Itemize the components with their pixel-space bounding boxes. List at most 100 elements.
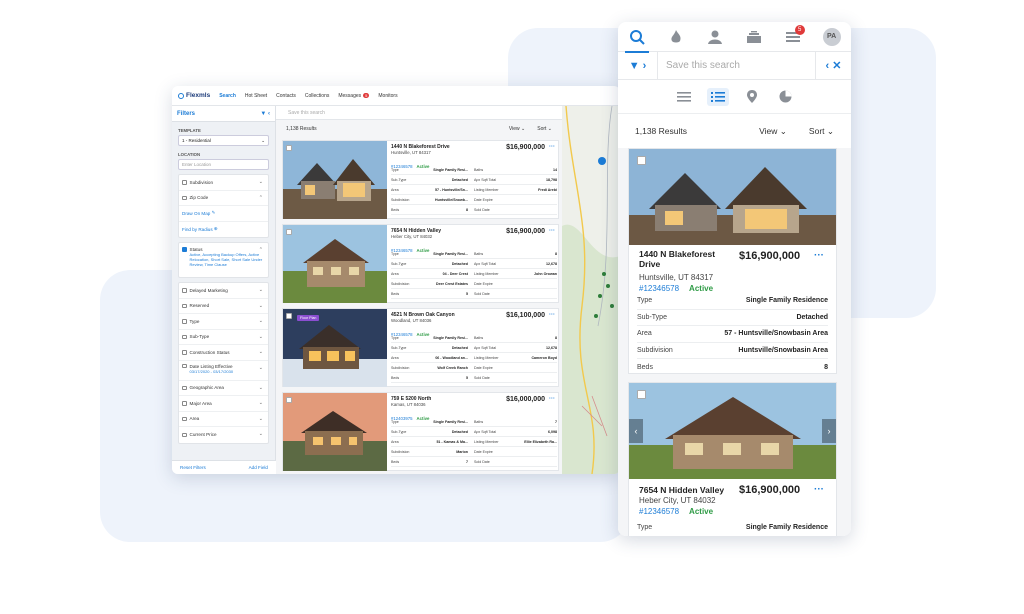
- detail-list-view-icon[interactable]: [706, 87, 729, 106]
- prev-photo-button[interactable]: ‹: [629, 419, 643, 443]
- select-checkbox[interactable]: [286, 313, 292, 319]
- draw-on-map-link[interactable]: Draw On Map ✎: [179, 206, 268, 222]
- filter-group: Subdivision ⌄ Zip Code ⌃ Draw On Map ✎ Fin…: [178, 174, 269, 238]
- add-field-button[interactable]: Add Field: [249, 465, 268, 470]
- floor-plan-badge[interactable]: Floor Plan: [297, 315, 320, 321]
- desktop-window: Flexmls Search Hot Sheet Contacts Collec…: [172, 86, 620, 474]
- checkbox[interactable]: [182, 334, 187, 339]
- filter-status[interactable]: Status Active, Accepting Backup Offers, A…: [179, 243, 268, 277]
- listing-card[interactable]: 1440 N Blakeforest Drive $16,900,000 ···…: [628, 148, 837, 374]
- checkbox[interactable]: [182, 247, 187, 252]
- listing-card[interactable]: Floor Plan 4521 N Brown Oak Canyon Woodl…: [282, 308, 559, 387]
- listing-mls[interactable]: #12346578: [639, 284, 679, 293]
- filter-zip-code[interactable]: Zip Code ⌃: [179, 191, 268, 206]
- filter-button[interactable]: ▼ ›: [618, 51, 658, 80]
- select-checkbox[interactable]: [286, 229, 292, 235]
- tools-button[interactable]: ‹ ✕: [815, 51, 851, 80]
- contacts-icon[interactable]: [703, 25, 727, 49]
- select-checkbox[interactable]: [637, 156, 646, 165]
- listing-card[interactable]: 759 E 5200 North Kamas, UT 84036 #124039…: [282, 392, 559, 471]
- checkbox[interactable]: [182, 416, 187, 421]
- select-checkbox[interactable]: [286, 145, 292, 151]
- save-search-input[interactable]: Save this search: [658, 60, 815, 71]
- listing-price: $16,100,000: [506, 312, 545, 319]
- listing-photo: [283, 225, 387, 303]
- nav-collections[interactable]: Collections: [305, 93, 329, 99]
- checkbox[interactable]: [182, 401, 187, 406]
- reset-filters-button[interactable]: Reset Filters: [180, 465, 206, 470]
- more-icon[interactable]: ···: [814, 484, 824, 495]
- checkbox[interactable]: [182, 319, 187, 324]
- next-photo-button[interactable]: ›: [822, 419, 836, 443]
- more-icon[interactable]: ···: [549, 144, 555, 150]
- more-icon[interactable]: ···: [549, 228, 555, 234]
- nav-contacts[interactable]: Contacts: [276, 93, 296, 99]
- messages-icon[interactable]: 5: [781, 24, 805, 49]
- save-search-input[interactable]: Save this search: [276, 106, 562, 120]
- map-pin-icon[interactable]: [741, 88, 763, 106]
- checkbox[interactable]: [182, 350, 187, 355]
- collapse-filters-button[interactable]: ▼ ‹: [260, 111, 270, 117]
- listing-status: Active: [689, 507, 714, 516]
- filter-major-area[interactable]: Major Area ⌄: [179, 396, 268, 412]
- sort-dropdown[interactable]: Sort ⌄: [537, 126, 552, 132]
- view-dropdown[interactable]: View ⌄: [759, 126, 787, 137]
- listing-card[interactable]: ‹ › 7654 N Hidden Valley $16,900,000 ···…: [628, 382, 837, 536]
- flexmls-logo[interactable]: Flexmls: [178, 92, 210, 99]
- more-icon[interactable]: ···: [814, 250, 824, 261]
- results-header: 1,138 Results View ⌄ Sort ⌄: [276, 120, 562, 138]
- checkbox[interactable]: [182, 385, 187, 390]
- checkbox[interactable]: [182, 195, 187, 200]
- filter-type[interactable]: Type ⌄: [179, 314, 268, 330]
- more-icon[interactable]: ···: [549, 312, 555, 318]
- filter-geographic-area[interactable]: Geographic Area ⌄: [179, 381, 268, 396]
- sort-dropdown[interactable]: Sort ⌄: [809, 126, 834, 137]
- select-checkbox[interactable]: [286, 397, 292, 403]
- detail-row: Subdivision Huntsville/Snowb... Date Expir…: [391, 195, 557, 205]
- nav-messages[interactable]: Messages 5: [338, 92, 370, 99]
- listing-mls[interactable]: #12346578: [639, 507, 679, 516]
- listing-details: Type Single Family Resi... Baths 7 Sub-Type…: [391, 417, 557, 467]
- detail-row: Area 51 - Kamas & Ma... Listing Member Elli…: [391, 437, 557, 447]
- filter-subdivision[interactable]: Subdivision ⌄: [179, 175, 268, 191]
- select-checkbox[interactable]: [637, 390, 646, 399]
- nav-monitors[interactable]: Monitors: [378, 93, 397, 99]
- filter-construction-status[interactable]: Construction Status ⌄: [179, 345, 268, 361]
- messages-badge: 5: [363, 92, 370, 98]
- location-label: LOCATION: [178, 152, 201, 157]
- checkbox[interactable]: [182, 180, 187, 185]
- listing-address[interactable]: 7654 N Hidden Valley: [639, 485, 729, 495]
- nav-search[interactable]: Search: [219, 93, 236, 99]
- checkbox[interactable]: [182, 432, 187, 437]
- listing-address[interactable]: 1440 N Blakeforest Drive: [639, 249, 729, 269]
- filter-current-price[interactable]: Current Price ⌄: [179, 427, 268, 443]
- listing-price: $16,900,000: [739, 250, 801, 262]
- pie-chart-icon[interactable]: [775, 88, 797, 106]
- listing-card[interactable]: 1440 N Blakeforest Drive Huntsville, UT …: [282, 140, 559, 219]
- filter-date-listing-effective[interactable]: Date Listing Effective 03/17/2020 - 03/17…: [179, 361, 268, 381]
- detail-row: Sub-Type Detached Apx Sqft Total 6,098: [391, 427, 557, 437]
- template-select[interactable]: 1 - Residential ⌄: [178, 135, 269, 146]
- listing-details: Type Single Family Residence Sub-Type Deta…: [637, 293, 828, 376]
- profile-button[interactable]: PA: [820, 25, 844, 49]
- checkbox[interactable]: [182, 363, 187, 368]
- list-view-icon[interactable]: [673, 88, 695, 106]
- find-by-radius-link[interactable]: Find by Radius ⊕: [179, 222, 268, 238]
- filter-area[interactable]: Area ⌄: [179, 412, 268, 427]
- map-view[interactable]: [562, 106, 620, 474]
- nav-hot-sheet[interactable]: Hot Sheet: [245, 93, 267, 99]
- hot-sheet-icon[interactable]: [664, 25, 688, 49]
- checkbox[interactable]: [182, 288, 187, 293]
- detail-row: Sub-Type Detached Apx Sqft Total 18,798: [391, 175, 557, 185]
- more-icon[interactable]: ···: [549, 396, 555, 402]
- filter-reserved[interactable]: Reserved ⌄: [179, 299, 268, 314]
- listing-card[interactable]: 7654 N Hidden Valley Heber City, UT 8403…: [282, 224, 559, 303]
- collections-icon[interactable]: [742, 25, 766, 49]
- filter-delayed-marketing[interactable]: Delayed Marketing ⌄: [179, 283, 268, 299]
- view-dropdown[interactable]: View ⌄: [509, 126, 525, 132]
- filter-sub-type[interactable]: Sub-Type ⌄: [179, 330, 268, 345]
- notification-badge: 5: [794, 24, 805, 35]
- location-input[interactable]: Enter Location: [178, 159, 269, 170]
- checkbox[interactable]: [182, 303, 187, 308]
- search-icon[interactable]: [625, 25, 650, 53]
